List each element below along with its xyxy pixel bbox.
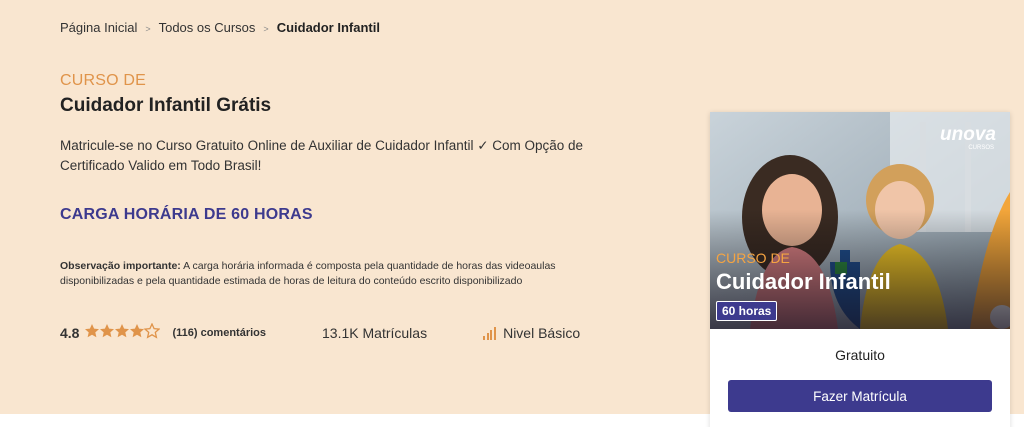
star-icon (100, 323, 115, 337)
course-level-label: Nivel Básico (503, 325, 581, 341)
star-icon (115, 323, 130, 337)
star-icon-row (85, 322, 161, 338)
course-stats: 4.8 (116) comentários 13.1K Matrículas N (60, 322, 580, 344)
course-price: Gratuito (835, 347, 885, 363)
course-hours: CARGA HORÁRIA DE 60 HORAS (60, 206, 313, 223)
important-note: Observação importante: A carga horária i… (60, 259, 620, 289)
signal-bars-icon (483, 326, 497, 340)
rating-stars (84, 322, 161, 344)
enrollment-count: 13.1K Matrículas (322, 325, 428, 341)
rating-value: 4.8 (60, 325, 80, 341)
chevron-right-icon: > (263, 23, 269, 34)
enroll-button[interactable]: Fazer Matrícula (728, 380, 992, 412)
course-thumbnail: unova CURSOS CURSO DE Cuidador Infantil … (710, 112, 1010, 329)
star-half-icon (144, 322, 161, 338)
brand-logo: unova (940, 124, 996, 145)
brand-logo-sub: CURSOS (968, 145, 994, 151)
breadcrumb-current: Cuidador Infantil (276, 20, 380, 35)
chevron-right-icon: > (145, 23, 151, 34)
thumbnail-kicker: CURSO DE (716, 250, 790, 266)
important-note-label: Observação importante: (60, 260, 181, 272)
star-icon (85, 323, 100, 337)
breadcrumb-courses-link[interactable]: Todos os Cursos (159, 20, 256, 35)
hours-badge: 60 horas (716, 301, 778, 321)
enroll-card: unova CURSOS CURSO DE Cuidador Infantil … (710, 112, 1010, 427)
star-icon (130, 323, 145, 337)
page-title: Cuidador Infantil Grátis (60, 95, 272, 116)
reviews-count[interactable]: (116) comentários (172, 327, 266, 339)
breadcrumb-home-link[interactable]: Página Inicial (60, 20, 137, 35)
breadcrumb: Página Inicial > Todos os Cursos > Cuida… (60, 20, 380, 35)
thumbnail-title: Cuidador Infantil (716, 269, 891, 294)
course-kicker: CURSO DE (60, 72, 147, 89)
course-level: Nivel Básico (483, 325, 580, 341)
course-description: Matricule-se no Curso Gratuito Online de… (60, 138, 584, 173)
